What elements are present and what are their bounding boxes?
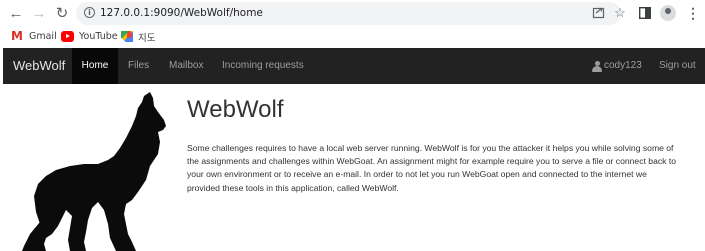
bookmark-maps[interactable]: 지도: [121, 29, 155, 44]
username: cody123: [604, 60, 642, 71]
share-icon[interactable]: [589, 3, 607, 21]
browser-toolbar: ← → ↻ i 127.0.0.1:9090/WebWolf/home ☆ ⋮: [0, 0, 705, 27]
bookmark-label: Gmail: [29, 31, 57, 42]
forward-arrow-icon[interactable]: →: [29, 3, 49, 23]
url-text[interactable]: 127.0.0.1:9090/WebWolf/home: [100, 7, 263, 19]
site-info-icon[interactable]: i: [84, 7, 95, 18]
bookmark-label: 지도: [138, 32, 156, 44]
bookmarks-bar: M Gmail YouTube 지도: [0, 27, 705, 46]
bookmark-star-icon[interactable]: ☆: [611, 4, 629, 22]
navbar: WebWolf Home Files Mailbox Incoming requ…: [3, 48, 705, 84]
page-title: WebWolf: [187, 96, 284, 123]
bookmark-youtube[interactable]: YouTube: [61, 29, 118, 44]
bookmark-label: YouTube: [79, 31, 118, 42]
sign-out-link[interactable]: Sign out: [659, 48, 696, 84]
youtube-icon: [61, 31, 74, 42]
side-panel-icon[interactable]: [636, 4, 654, 22]
bookmark-gmail[interactable]: M Gmail: [11, 29, 57, 44]
address-bar[interactable]: i 127.0.0.1:9090/WebWolf/home: [76, 2, 621, 25]
wolf-logo: [22, 92, 166, 251]
browser-menu-icon[interactable]: ⋮: [686, 4, 700, 22]
maps-icon: [121, 31, 133, 42]
brand-logo[interactable]: WebWolf: [13, 48, 65, 84]
reload-icon[interactable]: ↻: [52, 3, 72, 23]
back-arrow-icon[interactable]: ←: [6, 3, 26, 23]
nav-home[interactable]: Home: [72, 48, 118, 84]
intro-paragraph: Some challenges requires to have a local…: [187, 143, 676, 193]
nav-mailbox[interactable]: Mailbox: [169, 48, 203, 84]
user-icon: [592, 60, 602, 72]
nav-incoming-requests[interactable]: Incoming requests: [222, 48, 304, 84]
nav-files[interactable]: Files: [128, 48, 149, 84]
gmail-icon: M: [11, 29, 23, 43]
user-menu[interactable]: cody123: [592, 48, 642, 84]
profile-avatar-icon[interactable]: [660, 5, 676, 21]
